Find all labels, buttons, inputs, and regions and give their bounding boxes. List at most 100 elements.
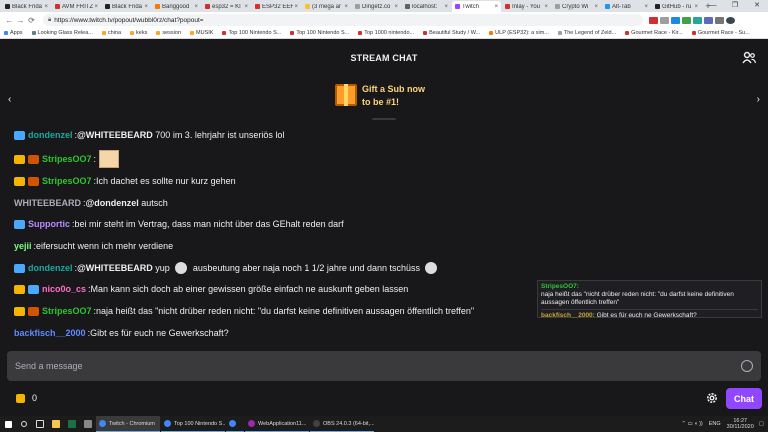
crown-badge-icon[interactable] (14, 130, 25, 140)
bookmark-item[interactable]: Gourmet Race - Kir... (625, 30, 683, 36)
browser-tab[interactable]: Black Frida × (2, 1, 51, 12)
crown-badge-icon[interactable] (14, 263, 25, 273)
chat-username[interactable]: dondenzel (28, 130, 73, 140)
crown-badge-icon[interactable] (14, 219, 25, 229)
chat-username[interactable]: StripesOO7 (42, 176, 92, 186)
browser-tab[interactable]: Crypto Wi × (552, 1, 601, 12)
bookmark-item[interactable]: Top 100 Nintendo S... (222, 30, 281, 36)
chevron-right-icon[interactable]: › (757, 94, 760, 105)
extension-icon[interactable] (682, 16, 691, 24)
close-tab-icon[interactable]: × (244, 4, 248, 10)
sub-gifter-badge-icon[interactable] (14, 284, 25, 294)
bookmark-item[interactable]: ULP (ESP32): a sim... (489, 30, 549, 36)
chat-username[interactable]: StripesOO7 (42, 306, 92, 316)
chat-username[interactable]: dondenzel (28, 263, 73, 273)
close-tab-icon[interactable]: × (294, 4, 298, 10)
close-tab-icon[interactable]: × (344, 4, 348, 10)
chat-username[interactable]: yejii (14, 241, 32, 251)
chat-username[interactable]: Supportic (28, 219, 70, 229)
chat-username[interactable]: backfisch__2000 (14, 328, 86, 338)
browser-tab[interactable]: GitHub - ru × (652, 1, 701, 12)
close-window-button[interactable]: ✕ (746, 0, 768, 12)
sub-gifter-badge-icon[interactable] (14, 306, 25, 316)
sub-gifter-badge-icon[interactable] (14, 176, 25, 186)
taskbar-app[interactable]: OBS 24.0.3 (64-bit,... (310, 416, 374, 432)
browser-tab[interactable]: ESP32 EEH × (252, 1, 301, 12)
close-tab-icon[interactable]: × (494, 4, 498, 10)
bookmark-item[interactable]: MUSIK (190, 30, 213, 36)
mention[interactable]: @WHITEEBEARD (77, 130, 153, 140)
sub-gifter-badge-icon[interactable] (14, 154, 25, 164)
tray-icons[interactable]: ⌃ ▭ ◖ )) (681, 421, 702, 427)
taskbar-app[interactable] (226, 416, 244, 432)
mention[interactable]: @WHITEEBEARD (77, 263, 153, 273)
windows-start-icon[interactable] (0, 416, 16, 432)
close-tab-icon[interactable]: × (194, 4, 198, 10)
close-tab-icon[interactable]: × (394, 4, 398, 10)
community-users-icon[interactable] (742, 51, 756, 65)
forward-icon[interactable]: → (15, 16, 26, 25)
subscriber-badge-icon[interactable] (28, 154, 39, 164)
extension-icon[interactable] (693, 16, 702, 24)
file-explorer-icon[interactable] (48, 416, 64, 432)
close-tab-icon[interactable]: × (94, 4, 98, 10)
input-language[interactable]: ENG (709, 421, 721, 427)
browser-tab[interactable]: Alt-Tab × (602, 1, 651, 12)
bookmark-item[interactable]: Gourmet Race - Su... (691, 30, 750, 36)
bookmark-item[interactable]: Top 1000 nintendo... (358, 30, 414, 36)
system-clock[interactable]: 16:27 30/11/2020 (727, 418, 754, 430)
extension-icon[interactable] (649, 16, 658, 24)
browser-tab[interactable]: esp32 = Kl × (202, 1, 251, 12)
close-tab-icon[interactable]: × (544, 4, 548, 10)
extension-icon[interactable] (671, 16, 680, 24)
close-tab-icon[interactable]: × (594, 4, 598, 10)
excel-icon[interactable] (64, 416, 80, 432)
extension-icon[interactable] (660, 16, 669, 24)
extension-icon[interactable] (715, 16, 724, 24)
search-icon[interactable] (16, 416, 32, 432)
bookmark-item[interactable]: The Legend of Zeld... (557, 30, 616, 36)
chat-username[interactable]: nico0o_cs (42, 284, 86, 294)
close-tab-icon[interactable]: × (144, 4, 148, 10)
bookmark-item[interactable]: keks (130, 30, 147, 36)
profile-icon[interactable] (726, 16, 735, 24)
emote-icon[interactable] (175, 262, 188, 274)
chat-input[interactable] (15, 361, 715, 371)
minimize-button[interactable]: — (702, 0, 724, 12)
bookmark-item[interactable]: Apps (4, 30, 23, 36)
banner-handle[interactable] (372, 118, 396, 120)
bookmark-item[interactable]: Top 100 Nintendo S... (290, 30, 349, 36)
bookmark-item[interactable]: session (156, 30, 181, 36)
browser-tab[interactable]: Black Frida × (102, 1, 151, 12)
reload-icon[interactable]: ⟳ (26, 16, 37, 25)
browser-tab[interactable]: Dingetz.co × (352, 1, 401, 12)
gift-sub-text[interactable]: Gift a Sub now to be #1! (362, 83, 425, 109)
chevron-left-icon[interactable]: ‹ (8, 94, 11, 105)
browser-tab[interactable]: Banggood × (152, 1, 201, 12)
emote-picker-icon[interactable] (741, 360, 753, 372)
bookmark-item[interactable]: Looking Glass Relea... (31, 30, 93, 36)
browser-tab[interactable]: AVM FRITZ! × (52, 1, 101, 12)
bookmark-item[interactable]: Beautiful Study / W... (423, 30, 480, 36)
app-icon[interactable] (80, 416, 96, 432)
taskbar-app[interactable]: Top 100 Nintendo S... (161, 416, 225, 432)
notifications-icon[interactable]: ▢ (759, 421, 764, 427)
close-tab-icon[interactable]: × (644, 4, 648, 10)
back-icon[interactable]: ← (4, 16, 15, 25)
browser-tab[interactable]: localhost: × (402, 1, 451, 12)
close-tab-icon[interactable]: × (44, 4, 48, 10)
gear-icon[interactable] (705, 391, 719, 405)
close-tab-icon[interactable]: × (444, 4, 448, 10)
browser-tab[interactable]: Inlay - You × (502, 1, 551, 12)
mention[interactable]: @dondenzel (86, 198, 139, 208)
subscriber-badge-icon[interactable] (28, 176, 39, 186)
anime-emote-icon[interactable] (99, 150, 120, 168)
close-tab-icon[interactable]: × (694, 4, 698, 10)
emote-icon[interactable] (425, 262, 438, 274)
address-bar[interactable]: 🔒︎ https://www.twitch.tv/popout/wubbl0rz… (43, 14, 643, 26)
browser-tab[interactable]: (3 mega ar × (302, 1, 351, 12)
task-view-icon[interactable] (32, 416, 48, 432)
send-chat-button[interactable]: Chat (726, 388, 762, 409)
extension-icon[interactable] (704, 16, 713, 24)
taskbar-app[interactable]: WebApplication11... (245, 416, 309, 432)
